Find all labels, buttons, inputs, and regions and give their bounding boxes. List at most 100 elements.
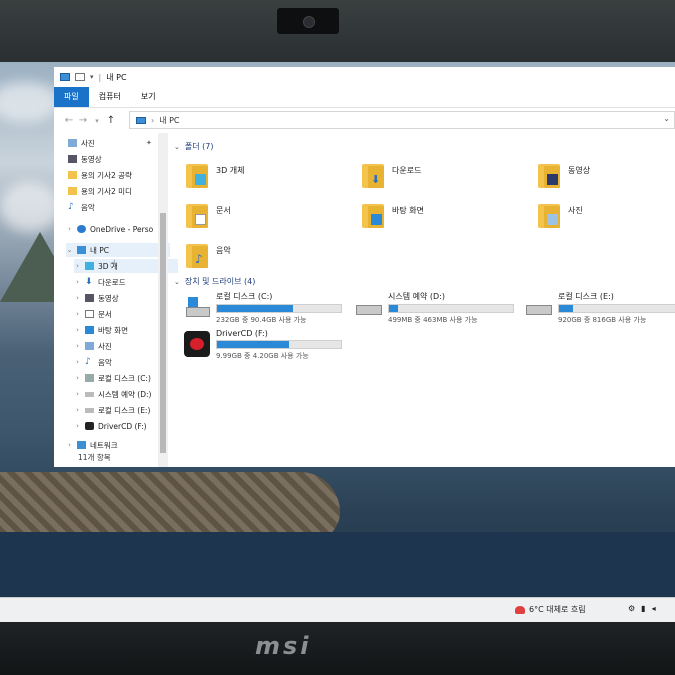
pictures-icon — [538, 202, 560, 228]
forward-icon[interactable]: → — [76, 115, 90, 126]
sidebar-item-label: 다운로드 — [98, 277, 126, 287]
documents-icon — [85, 310, 94, 318]
music-icon: ♪ — [85, 357, 91, 367]
desktop-icon — [362, 202, 384, 228]
breadcrumb-separator: › — [151, 115, 155, 125]
drive-d[interactable]: 시스템 예약 (D:) 499MB 중 463MB 사용 가능 — [356, 291, 514, 325]
folder-label: 동영상 — [568, 165, 591, 175]
folder-documents[interactable]: 문서 — [186, 197, 231, 233]
sidebar-item-this-pc[interactable]: ⌄ 내 PC — [66, 243, 170, 257]
sidebar-item-music[interactable]: ♪ 음악 — [68, 200, 172, 214]
drive-label: DriverCD (F:) — [216, 329, 268, 338]
chevron-right-icon[interactable]: › — [74, 310, 81, 318]
folder-icon — [68, 171, 77, 179]
sidebar-item-label: OneDrive - Perso — [90, 224, 154, 234]
sidebar-item-label: 용의 기사2 공략 — [81, 170, 132, 180]
folder-desktop[interactable]: 바탕 화면 — [362, 197, 424, 233]
sidebar-scrollbar[interactable] — [158, 133, 168, 467]
chevron-right-icon[interactable]: › — [74, 358, 81, 366]
chevron-right-icon[interactable]: › — [74, 294, 81, 302]
chevron-right-icon[interactable]: › — [74, 278, 81, 286]
drive-icon — [85, 407, 94, 413]
drive-e[interactable]: 로컬 디스크 (E:) 920GB 중 816GB 사용 가능 — [526, 291, 675, 325]
network-icon — [77, 441, 86, 449]
download-icon: ⬇ — [85, 277, 93, 287]
chevron-down-icon[interactable]: ⌄ — [66, 246, 73, 254]
weather-widget[interactable]: 6°C 대체로 흐림 — [515, 604, 586, 615]
ribbon-tabs: 파일 컴퓨터 보기 — [54, 87, 675, 108]
folder-music[interactable]: ♪ 음악 — [186, 237, 231, 273]
sidebar-item-folder[interactable]: 용의 기사2 미디 — [68, 184, 172, 198]
volume-icon[interactable]: ◂ — [652, 604, 656, 613]
chevron-right-icon[interactable]: › — [74, 326, 81, 334]
drive-usage-fill — [559, 305, 573, 312]
drive-f[interactable]: DriverCD (F:) 9.99GB 중 4.20GB 사용 가능 — [184, 329, 342, 363]
folder-label: 다운로드 — [392, 165, 422, 175]
tab-view[interactable]: 보기 — [131, 87, 166, 107]
recent-dropdown-icon[interactable]: ▾ — [90, 117, 104, 125]
folder-label: 3D 개체 — [216, 165, 245, 175]
download-icon: ⬇ — [362, 162, 384, 188]
sidebar-item-label: 내 PC — [90, 245, 110, 255]
breadcrumb[interactable]: 내 PC — [159, 115, 179, 126]
drive-usage-fill — [389, 305, 398, 312]
network-icon[interactable]: ▮ — [641, 604, 645, 613]
drivercd-icon — [184, 331, 210, 357]
drive-space-text: 920GB 중 816GB 사용 가능 — [558, 316, 647, 324]
folder-downloads[interactable]: ⬇ 다운로드 — [362, 157, 421, 193]
tab-computer[interactable]: 컴퓨터 — [89, 87, 131, 107]
drive-space-text: 232GB 중 90.4GB 사용 가능 — [216, 316, 307, 324]
sidebar-item-label: 시스템 예약 (D:) — [98, 389, 152, 399]
chevron-right-icon[interactable]: › — [74, 262, 81, 270]
drive-space-text: 499MB 중 463MB 사용 가능 — [388, 316, 478, 324]
chevron-right-icon[interactable]: › — [74, 422, 81, 430]
sidebar-item-videos[interactable]: 동영상 — [68, 152, 172, 166]
sidebar-item-label: 로컬 디스크 (C:) — [98, 373, 151, 383]
address-dropdown-icon[interactable]: ⌄ — [663, 114, 670, 123]
pin-icon[interactable]: ✦ — [146, 139, 152, 147]
folders-group-header[interactable]: ⌄ 폴더 (7) — [174, 141, 213, 152]
chevron-right-icon[interactable]: › — [66, 441, 73, 449]
sidebar-item-onedrive[interactable]: › OneDrive - Perso — [66, 222, 170, 236]
folder-pictures[interactable]: 사진 — [538, 197, 583, 233]
laptop-bezel-top — [0, 0, 675, 62]
properties-icon[interactable] — [75, 73, 85, 81]
address-bar-row: ← → ▾ ↑ › 내 PC ⌄ — [54, 108, 675, 133]
quick-access-dropdown-icon[interactable]: ▾ — [90, 73, 94, 81]
sidebar-item-network[interactable]: › 네트워크 — [66, 438, 170, 452]
back-icon[interactable]: ← — [62, 115, 76, 126]
chevron-right-icon[interactable]: › — [74, 342, 81, 350]
sidebar-item-folder[interactable]: 용의 기사2 공략 — [68, 168, 172, 182]
chevron-right-icon[interactable]: › — [74, 406, 81, 414]
drive-label: 로컬 디스크 (E:) — [558, 292, 614, 301]
chevron-right-icon[interactable]: › — [74, 374, 81, 382]
drive-c[interactable]: 로컬 디스크 (C:) 232GB 중 90.4GB 사용 가능 — [184, 291, 342, 325]
scrollbar-thumb[interactable] — [160, 213, 166, 453]
pc-icon — [136, 116, 146, 124]
video-icon — [68, 155, 77, 163]
folder-icon — [68, 187, 77, 195]
sidebar-item-pictures[interactable]: 사진 ✦ — [68, 136, 172, 150]
system-tray: ⚙ ▮ ◂ — [628, 604, 656, 613]
chevron-right-icon[interactable]: › — [66, 225, 73, 233]
chevron-down-icon[interactable]: ⌄ — [174, 143, 180, 151]
sidebar-item-label: 네트워크 — [90, 440, 118, 450]
pictures-icon — [68, 139, 77, 147]
wallpaper-sea — [0, 532, 675, 602]
settings-icon[interactable]: ⚙ — [628, 604, 635, 613]
title-bar: ▾ | 내 PC — [54, 67, 675, 87]
documents-icon — [186, 202, 208, 228]
sidebar-item-label: 로컬 디스크 (E:) — [98, 405, 151, 415]
up-icon[interactable]: ↑ — [104, 115, 118, 126]
3d-objects-icon — [85, 262, 94, 270]
tab-file[interactable]: 파일 — [54, 87, 89, 107]
drives-group-header[interactable]: ⌄ 장치 및 드라이브 (4) — [174, 276, 255, 287]
address-field[interactable]: › 내 PC ⌄ — [129, 111, 675, 129]
taskbar: 6°C 대체로 흐림 ⚙ ▮ ◂ — [0, 597, 675, 622]
folder-3d-objects[interactable]: 3D 개체 — [186, 157, 245, 193]
chevron-down-icon[interactable]: ⌄ — [174, 278, 180, 286]
chevron-right-icon[interactable]: › — [74, 390, 81, 398]
windows-drive-icon — [85, 374, 94, 382]
webcam-lens — [303, 16, 315, 28]
folder-videos[interactable]: 동영상 — [538, 157, 590, 193]
